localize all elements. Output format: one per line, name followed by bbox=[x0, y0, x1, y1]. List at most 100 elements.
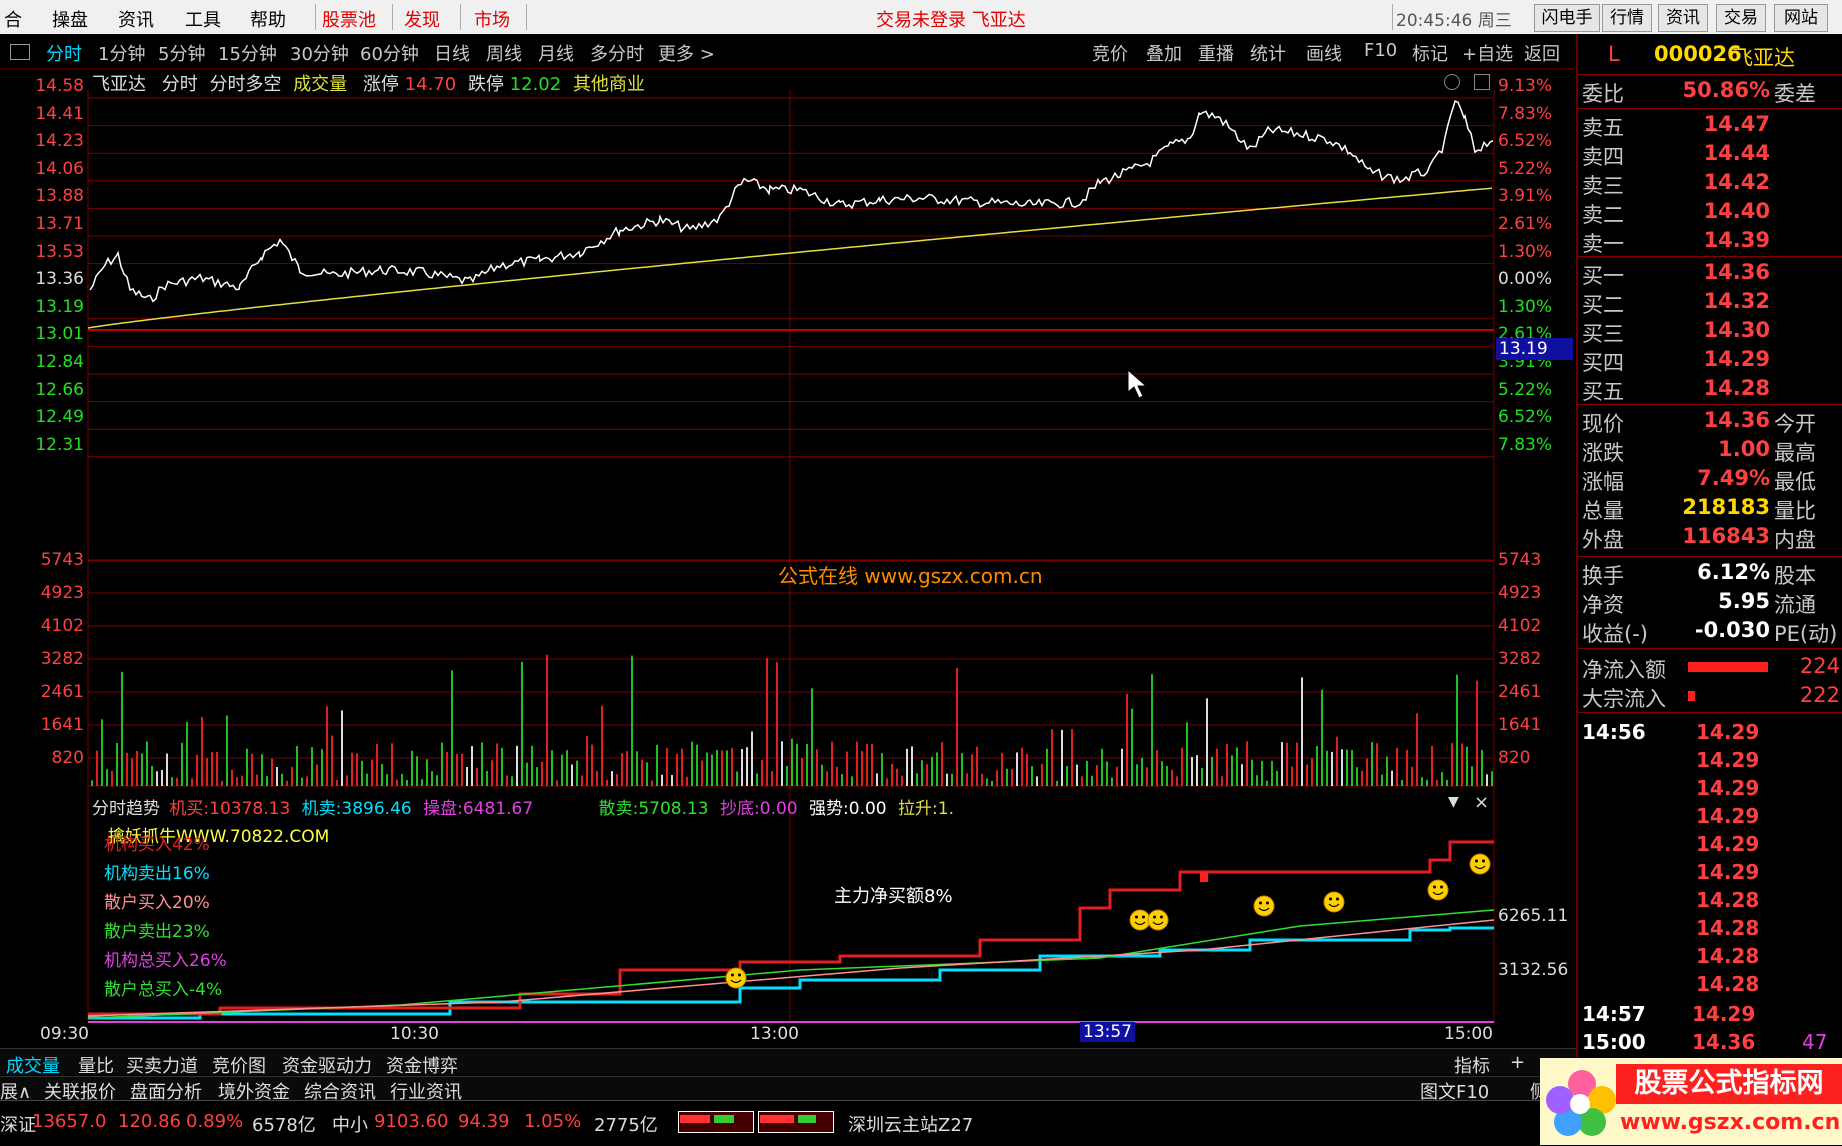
index1-name[interactable]: 深证 bbox=[0, 1111, 36, 1137]
menu-item-help[interactable]: 帮助 bbox=[250, 6, 286, 32]
index2-name[interactable]: 中小 bbox=[332, 1111, 368, 1137]
bid-level-row: 买五 14.28 bbox=[1582, 376, 1840, 404]
tab-5min[interactable]: 5分钟 bbox=[158, 40, 205, 66]
site-logo: 股票公式指标网 www.gszx.com.cn bbox=[1540, 1058, 1842, 1145]
tab-1min[interactable]: 1分钟 bbox=[98, 40, 145, 66]
website-button[interactable]: 网站 bbox=[1774, 4, 1828, 32]
cursor-price-box: 13.19 bbox=[1496, 338, 1573, 360]
menu-item-tools[interactable]: 工具 bbox=[185, 6, 221, 32]
smiley-icon bbox=[725, 967, 747, 989]
menu-separator bbox=[392, 4, 393, 30]
indicator-close-icon[interactable]: × bbox=[1474, 792, 1489, 813]
tab-intraday[interactable]: 分时 bbox=[46, 40, 82, 66]
news-button[interactable]: 资讯 bbox=[1658, 4, 1708, 32]
time-label: 10:30 bbox=[390, 1024, 439, 1044]
tab-volume-ratio[interactable]: 量比 bbox=[78, 1052, 114, 1078]
tool-draw[interactable]: 画线 bbox=[1306, 40, 1342, 66]
tool-add-watchlist[interactable]: +自选 bbox=[1462, 40, 1513, 66]
legend-item: 机构买入42% bbox=[104, 835, 210, 855]
weibi-label: 委比 bbox=[1582, 82, 1624, 106]
stat-value: 0.00 bbox=[848, 799, 887, 819]
stat-label: 涨跌 bbox=[1582, 441, 1624, 465]
signal-square bbox=[1200, 872, 1208, 882]
stat-label-2: 内盘 bbox=[1774, 528, 1816, 552]
legend-item: 散户买入20% bbox=[104, 893, 210, 913]
tool-auction[interactable]: 竞价 bbox=[1092, 40, 1128, 66]
ask-level-row: 卖二 14.40 bbox=[1582, 199, 1840, 227]
tab-capital-drive[interactable]: 资金驱动力 bbox=[282, 1052, 372, 1078]
quote-stat-row: 换手 6.12% 股本 bbox=[1582, 560, 1840, 588]
tab-30min[interactable]: 30分钟 bbox=[290, 40, 349, 66]
tab-15min[interactable]: 15分钟 bbox=[218, 40, 277, 66]
stat-label-2: 今开 bbox=[1774, 412, 1816, 436]
time-cursor-box: 13:57 bbox=[1080, 1022, 1135, 1042]
stat-label: 外盘 bbox=[1582, 528, 1624, 552]
add-indicator-button[interactable]: + bbox=[1510, 1052, 1525, 1073]
stat-value: 5.95 bbox=[1718, 589, 1770, 613]
tool-stats[interactable]: 统计 bbox=[1250, 40, 1286, 66]
panel-toggle-icon[interactable] bbox=[10, 44, 30, 60]
menu-item-news[interactable]: 资讯 bbox=[118, 6, 154, 32]
tick-price: 14.28 bbox=[1696, 972, 1760, 996]
indicator-title[interactable]: 分时趋势 bbox=[92, 799, 160, 819]
stat-value: 5708.13 bbox=[638, 799, 709, 819]
menu-item-stock-pool[interactable]: 股票池 bbox=[322, 6, 376, 32]
server-label[interactable]: 深圳云主站Z27 bbox=[848, 1111, 973, 1137]
tool-overlay[interactable]: 叠加 bbox=[1146, 40, 1182, 66]
volume-bars bbox=[91, 654, 1493, 786]
indicator-axis-bottom: 3132.56 bbox=[1498, 960, 1569, 980]
tab-weekly[interactable]: 周线 bbox=[486, 40, 522, 66]
quote-stat-row: 净资 5.95 流通 bbox=[1582, 589, 1840, 617]
logo-title: 股票公式指标网 bbox=[1616, 1064, 1842, 1104]
tab-capital-game[interactable]: 资金博弈 bbox=[386, 1052, 458, 1078]
tick-price: 14.29 bbox=[1696, 720, 1760, 744]
flow-label: 净流入额 bbox=[1582, 658, 1666, 682]
window-icon[interactable] bbox=[1474, 74, 1490, 90]
indicator-dropdown-icon[interactable]: ▼ bbox=[1448, 794, 1459, 810]
menu-item-0[interactable]: 合 bbox=[4, 6, 22, 32]
menu-item-market[interactable]: 市场 bbox=[474, 6, 510, 32]
quote-stat-row: 总量 218183 量比 bbox=[1582, 495, 1840, 523]
tab-more[interactable]: 更多 > bbox=[658, 40, 715, 66]
tool-back[interactable]: 返回 bbox=[1524, 40, 1560, 66]
tool-f10[interactable]: F10 bbox=[1364, 40, 1397, 61]
stat-value: -0.030 bbox=[1694, 618, 1770, 642]
stat-label: 总量 bbox=[1582, 499, 1624, 523]
clock: 20:45:46 周三 bbox=[1396, 11, 1512, 31]
tab-daily[interactable]: 日线 bbox=[434, 40, 470, 66]
trade-button[interactable]: 交易 bbox=[1716, 4, 1766, 32]
tool-replay[interactable]: 重播 bbox=[1198, 40, 1234, 66]
quote-stat-row: 现价 14.36 今开 bbox=[1582, 408, 1840, 436]
tick-price: 14.29 bbox=[1696, 776, 1760, 800]
tab-multi-intraday[interactable]: 多分时 bbox=[590, 40, 644, 66]
period-toolbar: 分时 1分钟 5分钟 15分钟 30分钟 60分钟 日线 周线 月线 多分时 更… bbox=[0, 34, 1842, 69]
ask-level-row: 卖五 14.47 bbox=[1582, 112, 1840, 140]
tick-price: 14.29 bbox=[1696, 860, 1760, 884]
indicator-button[interactable]: 指标 bbox=[1454, 1052, 1490, 1078]
tool-mark[interactable]: 标记 bbox=[1412, 40, 1448, 66]
smiley-icon bbox=[1323, 891, 1345, 913]
tab-60min[interactable]: 60分钟 bbox=[360, 40, 419, 66]
zoom-icon[interactable] bbox=[1444, 74, 1460, 90]
market-breadth-bar bbox=[678, 1111, 838, 1133]
menu-item-discover[interactable]: 发现 bbox=[404, 6, 440, 32]
bid-price: 14.29 bbox=[1703, 347, 1770, 371]
bid-label: 买一 bbox=[1582, 264, 1624, 288]
index2-change: 94.39 bbox=[458, 1111, 510, 1132]
stat-label: 现价 bbox=[1582, 412, 1624, 436]
menu-item-trade[interactable]: 操盘 bbox=[52, 6, 88, 32]
quotes-button[interactable]: 行情 bbox=[1602, 4, 1652, 32]
tab-volume[interactable]: 成交量 bbox=[6, 1052, 60, 1078]
legend-item: 散户总买入-4% bbox=[104, 980, 223, 1000]
bid-label: 买二 bbox=[1582, 293, 1624, 317]
menu-separator bbox=[526, 4, 527, 30]
tab-monthly[interactable]: 月线 bbox=[538, 40, 574, 66]
stock-name-quote: 飞亚达 bbox=[1732, 46, 1795, 70]
tab-auction-chart[interactable]: 竞价图 bbox=[212, 1052, 266, 1078]
bid-price: 14.28 bbox=[1703, 376, 1770, 400]
index2-amount: 2775亿 bbox=[594, 1115, 658, 1136]
tab-buy-sell-force[interactable]: 买卖力道 bbox=[126, 1052, 198, 1078]
legend-item: 散户卖出23% bbox=[104, 922, 210, 942]
flow-value: 222 bbox=[1799, 683, 1840, 707]
lightning-trade-button[interactable]: 闪电手 bbox=[1534, 4, 1600, 32]
